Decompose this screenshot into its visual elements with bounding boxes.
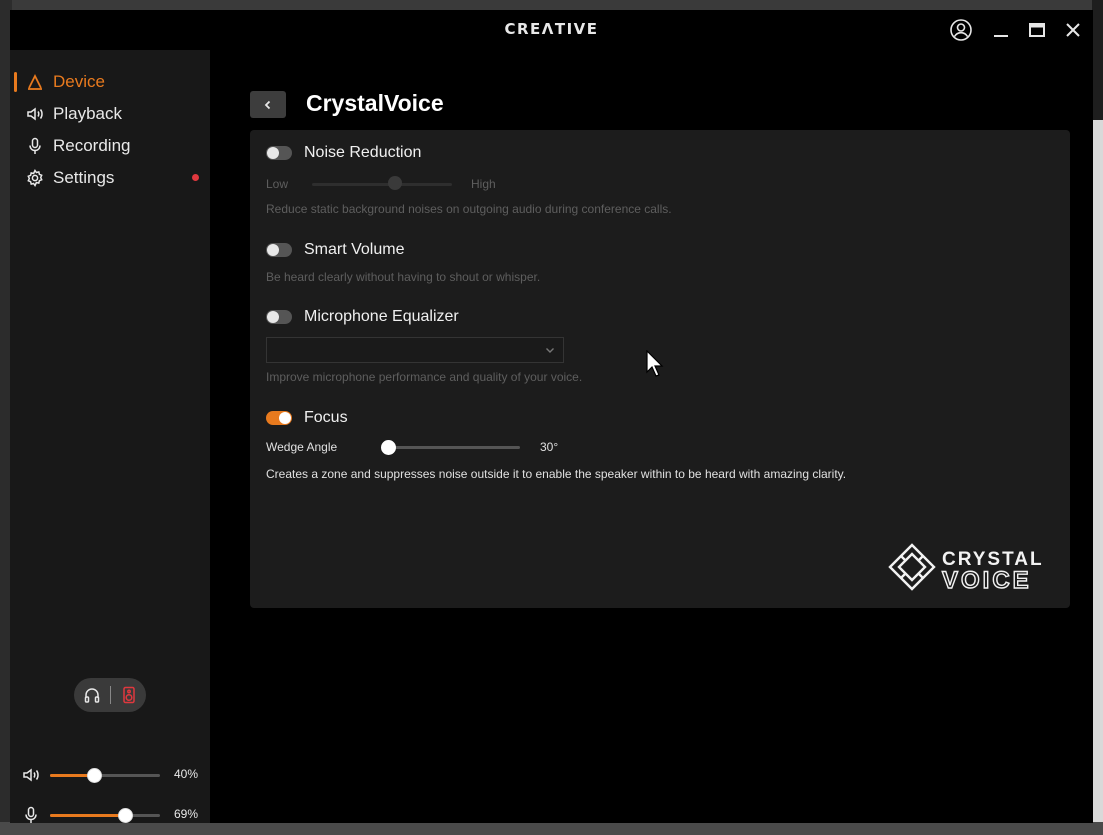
minimize-button[interactable] bbox=[989, 18, 1013, 42]
focus-description: Creates a zone and suppresses noise outs… bbox=[266, 467, 847, 481]
device-icon bbox=[25, 72, 45, 92]
focus-toggle[interactable] bbox=[266, 411, 292, 425]
brand-logo: CREΛTIVE bbox=[504, 20, 599, 38]
logo-line2: VOICE bbox=[942, 567, 1032, 594]
wedge-angle-slider[interactable] bbox=[389, 446, 520, 449]
volume-knob[interactable] bbox=[86, 768, 102, 783]
toggle-thumb bbox=[267, 147, 279, 159]
noise-reduction-low-label: Low bbox=[266, 177, 289, 191]
page-title: CrystalVoice bbox=[306, 90, 444, 116]
mic-equalizer-title: Microphone Equalizer bbox=[304, 308, 459, 325]
sidebar-item-label: Settings bbox=[53, 168, 115, 187]
desktop-background-bottom bbox=[0, 822, 1103, 835]
mouse-cursor-icon bbox=[646, 350, 664, 377]
desktop-background-right bbox=[1092, 0, 1103, 835]
wedge-angle-value: 30° bbox=[540, 440, 559, 454]
sidebar-item-label: Recording bbox=[53, 136, 131, 155]
wedge-angle-knob[interactable] bbox=[381, 440, 396, 455]
maximize-button[interactable] bbox=[1025, 18, 1049, 42]
mic-value: 69% bbox=[174, 807, 199, 821]
maximize-icon bbox=[1029, 23, 1045, 37]
noise-reduction-title: Noise Reduction bbox=[304, 144, 422, 161]
mic-equalizer-description: Improve microphone performance and quali… bbox=[266, 370, 583, 384]
noise-reduction-high-label: High bbox=[471, 177, 496, 191]
mic-track[interactable] bbox=[50, 808, 160, 823]
sidebar-item-label: Playback bbox=[53, 104, 122, 123]
smart-volume-description: Be heard clearly without having to shout… bbox=[266, 270, 541, 284]
desktop-background-right-top bbox=[1092, 0, 1103, 120]
chevron-left-icon bbox=[264, 100, 271, 109]
mic-equalizer-dropdown[interactable] bbox=[266, 337, 564, 363]
headphones-icon[interactable] bbox=[80, 683, 104, 707]
mic-equalizer-toggle[interactable] bbox=[266, 310, 292, 324]
toggle-thumb bbox=[267, 311, 279, 323]
noise-reduction-description: Reduce static background noises on outgo… bbox=[266, 202, 672, 216]
main-content: CrystalVoice Noise Reduction Low High Re… bbox=[210, 50, 1093, 823]
sidebar-item-recording[interactable]: Recording bbox=[10, 132, 210, 160]
back-button[interactable] bbox=[250, 91, 286, 118]
notification-dot bbox=[192, 174, 199, 181]
title-bar: CREΛTIVE bbox=[10, 10, 1093, 50]
mic-fill bbox=[50, 814, 126, 817]
smart-volume-toggle[interactable] bbox=[266, 243, 292, 257]
crystalvoice-logo: CRYSTAL VOICE bbox=[888, 543, 1042, 595]
sidebar: Device Playback Recording Settings 40% 6… bbox=[10, 50, 210, 823]
active-indicator bbox=[14, 72, 17, 92]
noise-reduction-toggle[interactable] bbox=[266, 146, 292, 160]
app-window: CREΛTIVE Device Playback Recording Setti… bbox=[10, 10, 1093, 823]
volume-track[interactable] bbox=[50, 768, 160, 783]
chevron-down-icon bbox=[546, 348, 554, 353]
account-button[interactable] bbox=[949, 18, 973, 42]
sidebar-item-settings[interactable]: Settings bbox=[10, 164, 210, 192]
noise-reduction-slider[interactable] bbox=[312, 183, 452, 186]
close-button[interactable] bbox=[1061, 18, 1085, 42]
sidebar-item-label: Device bbox=[53, 72, 105, 91]
microphone-icon bbox=[21, 805, 41, 823]
microphone-icon bbox=[25, 136, 45, 156]
sidebar-item-playback[interactable]: Playback bbox=[10, 100, 210, 128]
user-circle-icon bbox=[950, 19, 972, 41]
minimize-icon bbox=[994, 35, 1008, 37]
speaker-icon bbox=[25, 104, 45, 124]
wedge-angle-label: Wedge Angle bbox=[266, 440, 338, 454]
mic-slider[interactable]: 69% bbox=[10, 803, 210, 823]
focus-title: Focus bbox=[304, 409, 348, 426]
noise-reduction-knob[interactable] bbox=[388, 176, 402, 190]
speaker-icon bbox=[21, 765, 41, 785]
gear-icon bbox=[25, 168, 45, 188]
speaker-box-icon[interactable] bbox=[117, 683, 141, 707]
volume-slider[interactable]: 40% bbox=[10, 763, 210, 787]
smart-volume-title: Smart Volume bbox=[304, 241, 405, 258]
toggle-thumb bbox=[279, 412, 291, 424]
sidebar-item-device[interactable]: Device bbox=[10, 68, 210, 96]
mic-knob[interactable] bbox=[118, 808, 134, 823]
volume-value: 40% bbox=[174, 767, 199, 781]
toggle-divider bbox=[109, 686, 111, 704]
toggle-thumb bbox=[267, 244, 279, 256]
output-toggle[interactable] bbox=[74, 678, 146, 712]
close-icon bbox=[1066, 23, 1080, 37]
